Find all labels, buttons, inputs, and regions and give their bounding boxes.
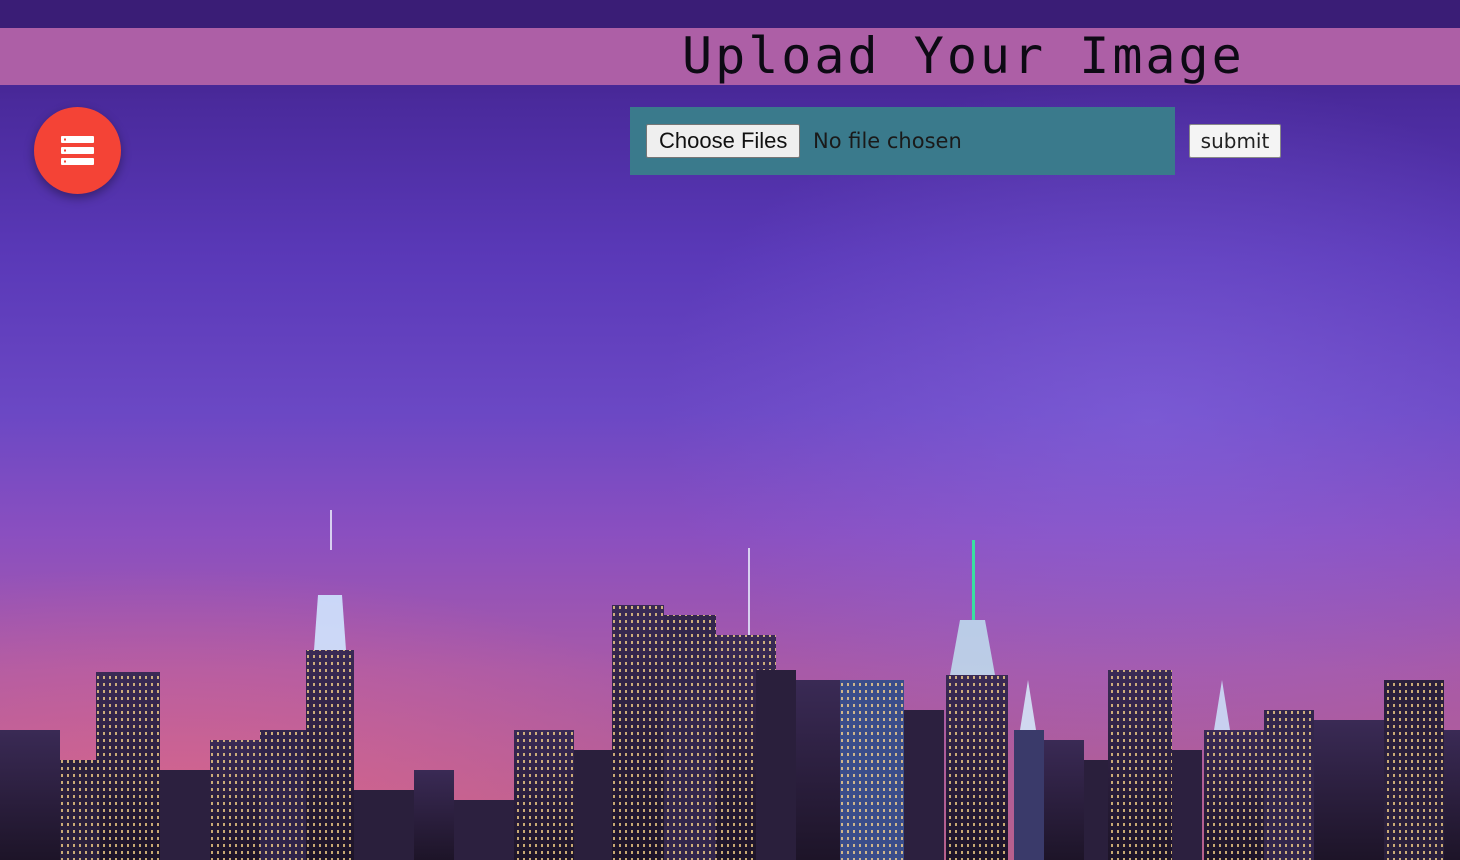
submit-button[interactable]: submit [1189, 124, 1281, 158]
file-status-text: No file chosen [813, 129, 962, 153]
city-skyline-image [0, 510, 1460, 860]
top-strip [0, 0, 1460, 28]
menu-button[interactable] [34, 107, 121, 194]
file-upload-panel: Choose Files No file chosen [630, 107, 1175, 175]
choose-files-button[interactable]: Choose Files [646, 124, 801, 158]
list-icon [61, 136, 94, 165]
page-title: Upload Your Image [682, 27, 1245, 85]
